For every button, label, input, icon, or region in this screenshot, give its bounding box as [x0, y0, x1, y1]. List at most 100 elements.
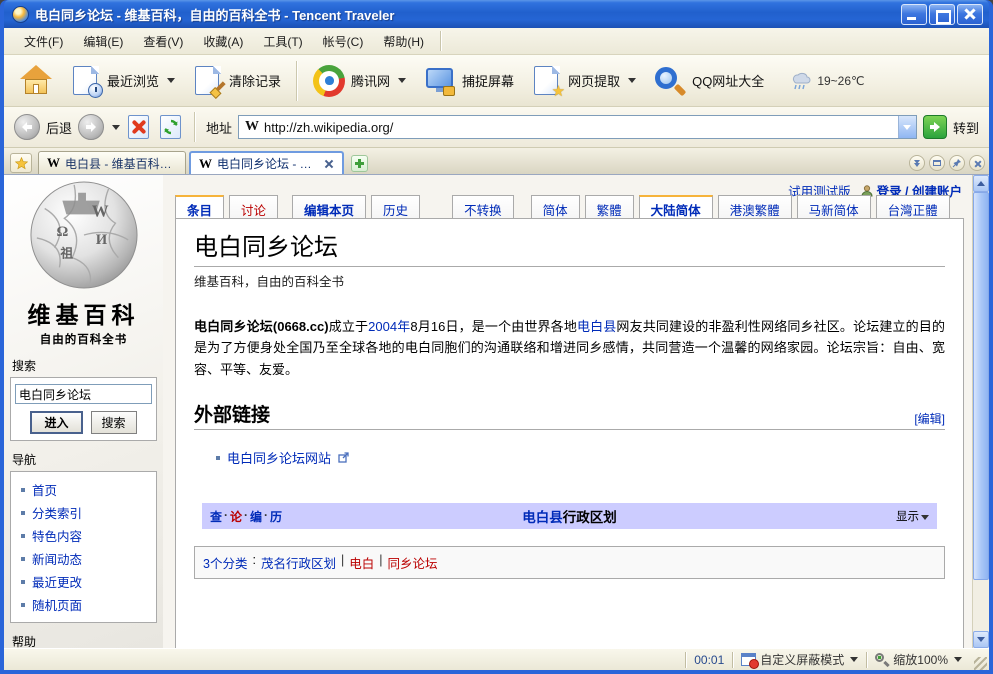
recent-history-button[interactable]: 最近浏览: [64, 61, 182, 101]
close-tabbar-button[interactable]: [969, 155, 985, 171]
stop-button[interactable]: [126, 113, 152, 141]
zoom-control[interactable]: 缩放100%: [866, 652, 970, 668]
tencent-icon: [313, 65, 345, 97]
browser-window: 电白同乡论坛 - 维基百科，自由的百科全书 - Tencent Traveler…: [0, 0, 993, 674]
navbox-talk-link[interactable]: 论: [230, 508, 242, 525]
tab-window-button[interactable]: [929, 155, 945, 171]
wiki-search-input[interactable]: [15, 384, 152, 404]
qq-nav-button[interactable]: QQ网址大全: [647, 61, 771, 101]
scrollbar-thumb[interactable]: [973, 192, 989, 580]
external-links-heading: 外部链接 [编辑]: [194, 400, 945, 430]
category-dianbai-link[interactable]: 电白: [349, 553, 374, 572]
navbox-history-link[interactable]: 历: [270, 508, 282, 525]
search-portlet: 进入 搜索: [10, 377, 157, 441]
extract-dropdown-icon[interactable]: [628, 78, 636, 83]
forward-button[interactable]: [78, 114, 104, 140]
zoom-dropdown-icon[interactable]: [954, 657, 962, 662]
navbox-show-button[interactable]: 显示: [809, 508, 929, 524]
menu-separator: [440, 31, 442, 51]
web-extract-button[interactable]: ★ 网页提取: [525, 61, 643, 101]
menu-help[interactable]: 帮助(H): [373, 29, 434, 54]
tab-dianbai-county[interactable]: W 电白县 - 维基百科，...: [38, 151, 186, 174]
minimize-button[interactable]: [901, 4, 927, 25]
category-forum-link[interactable]: 同乡论坛: [387, 553, 437, 572]
wiki-main: 试用测试版 登录 / 创建账户 条目 讨论 编辑本页 历史 不转换 简体: [163, 175, 972, 648]
back-button[interactable]: [14, 114, 40, 140]
menu-favorites[interactable]: 收藏(A): [193, 29, 253, 54]
addressbar-separator: [194, 112, 196, 142]
categories-label-link[interactable]: 3个分类: [203, 553, 247, 572]
tab-dianbai-forum[interactable]: W 电白同乡论坛 - 维...: [189, 151, 344, 174]
clear-history-icon: [193, 65, 223, 97]
article-title: 电白同乡论坛: [194, 227, 945, 267]
load-time: 00:01: [685, 652, 732, 668]
navbox-view-link[interactable]: 查: [210, 508, 222, 525]
category-maoming-link[interactable]: 茂名行政区划: [261, 553, 336, 572]
menu-edit[interactable]: 编辑(E): [73, 29, 133, 54]
wikipedia-logo[interactable]: W Ω И 祖: [10, 179, 157, 294]
wiki-search-button[interactable]: 搜索: [91, 411, 137, 434]
block-mode-button[interactable]: 自定义屏蔽模式: [732, 652, 866, 668]
pin-tabbar-button[interactable]: [949, 155, 965, 171]
maximize-button[interactable]: [929, 4, 955, 25]
go-arrow-icon: [929, 121, 941, 133]
weather-widget[interactable]: 19~26℃: [789, 71, 864, 91]
scroll-up-button[interactable]: [973, 175, 989, 192]
edit-section-link[interactable]: [编辑]: [914, 410, 945, 427]
forum-website-link[interactable]: 电白同乡论坛网站: [227, 448, 331, 467]
nav-portlet: 首页 分类索引 特色内容 新闻动态 最近更改 随机页面: [10, 471, 157, 623]
menu-file[interactable]: 文件(F): [14, 29, 73, 54]
resize-grip[interactable]: [974, 657, 987, 670]
bullet-icon: [21, 488, 25, 492]
bullet-icon: [216, 456, 220, 460]
forward-dropdown-icon[interactable]: [112, 125, 120, 130]
tab-close-icon[interactable]: [324, 159, 334, 169]
address-dropdown-button[interactable]: [898, 116, 916, 138]
go-button[interactable]: [923, 115, 947, 139]
clear-history-button[interactable]: 清除记录: [186, 61, 288, 101]
site-favicon: W: [239, 119, 264, 135]
navbox-vdeh-links: 查·论·编·历: [210, 508, 330, 525]
capture-screen-button[interactable]: 捕捉屏幕: [417, 62, 521, 100]
new-tab-button[interactable]: [351, 155, 368, 172]
tencent-site-button[interactable]: 腾讯网: [306, 61, 413, 101]
refresh-button[interactable]: [158, 113, 184, 141]
star-icon: [15, 157, 28, 170]
close-button[interactable]: [957, 4, 983, 25]
go-label[interactable]: 转到: [953, 118, 979, 137]
sidebar-item-featured: 特色内容: [15, 524, 152, 547]
link-dianbai-county[interactable]: 电白县: [577, 319, 616, 334]
sidebar-item-mainpage: 首页: [15, 478, 152, 501]
scroll-down-button[interactable]: [973, 631, 989, 648]
weather-temp: 19~26℃: [817, 74, 864, 88]
menu-account[interactable]: 帐号(C): [313, 29, 374, 54]
site-tagline: 维基百科，自由的百科全书: [194, 271, 945, 290]
page-viewport: W Ω И 祖 维基百科 自由的百科全书 搜索 进入 搜索 导航: [4, 175, 989, 648]
address-input[interactable]: [264, 116, 898, 138]
wiki-go-button[interactable]: 进入: [30, 411, 82, 434]
wikipedia-wordmark[interactable]: 维基百科: [10, 296, 157, 330]
bullet-icon: [21, 534, 25, 538]
link-2004[interactable]: 2004年: [368, 319, 410, 334]
category-box: 3个分类: 茂名行政区划 | 电白 | 同乡论坛: [194, 546, 945, 579]
nav-portlet-label: 导航: [12, 451, 157, 468]
recent-dropdown-icon[interactable]: [167, 78, 175, 83]
home-button[interactable]: [12, 61, 60, 101]
search-portlet-label: 搜索: [12, 357, 157, 374]
bullet-icon: [21, 603, 25, 607]
page-scrollbar[interactable]: [972, 175, 989, 648]
tab-list-button[interactable]: [909, 155, 925, 171]
recent-history-icon: [71, 65, 101, 97]
favorites-star-button[interactable]: [10, 153, 32, 173]
tencent-dropdown-icon[interactable]: [398, 78, 406, 83]
navbox-edit-link[interactable]: 编: [250, 508, 262, 525]
toolbar-separator: [296, 61, 298, 101]
sidebar-item-category-index: 分类索引: [15, 501, 152, 524]
menu-tools[interactable]: 工具(T): [253, 29, 312, 54]
navbox-county-link[interactable]: 电白县: [522, 510, 563, 525]
svg-text:W: W: [91, 201, 108, 220]
menu-view[interactable]: 查看(V): [133, 29, 193, 54]
block-mode-dropdown-icon[interactable]: [850, 657, 858, 662]
sidebar-item-news: 新闻动态: [15, 547, 152, 570]
wikipedia-slogan: 自由的百科全书: [10, 331, 157, 347]
